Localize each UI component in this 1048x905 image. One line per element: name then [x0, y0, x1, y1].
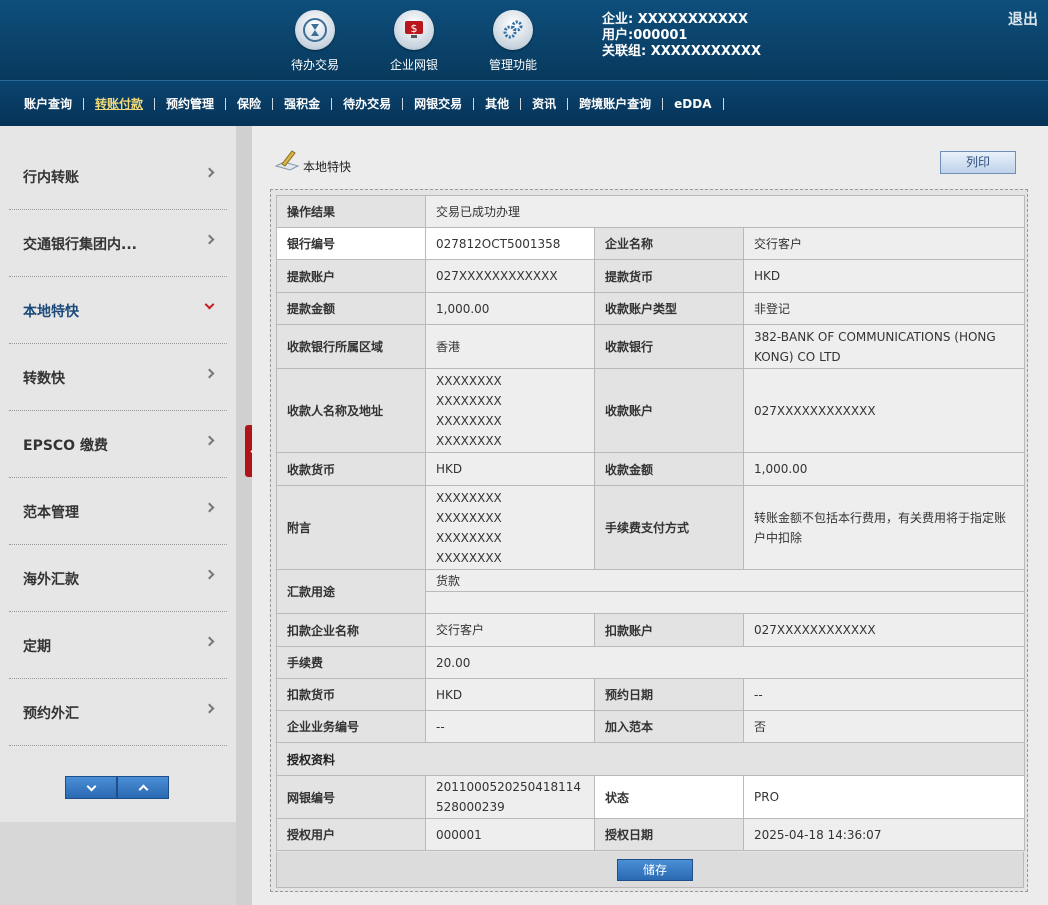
chevron-up-icon [138, 784, 148, 794]
company-name: 企业: XXXXXXXXXXX [602, 12, 748, 27]
sidebar-gutter [236, 126, 252, 905]
chevron-right-icon [204, 569, 215, 580]
table-row: 提款金额 1,000.00 收款账户类型 非登记 [276, 292, 1026, 325]
result-panel: 操作结果 交易已成功办理 银行编号 027812OCT5001358 企业名称 … [270, 189, 1028, 892]
management-functions-button[interactable]: 管理功能 [477, 10, 549, 73]
chevron-down-icon [204, 299, 215, 310]
table-row: 收款人名称及地址 XXXXXXXX XXXXXXXX XXXXXXXX XXXX… [276, 368, 1026, 453]
nav-edda[interactable]: eDDA [663, 97, 724, 110]
app-header: 待办交易 $ 企业网银 管理功能 企业: XXXXXXXXXXX 用户:0000… [0, 0, 1048, 80]
table-row: 手续费 20.00 [276, 646, 1026, 679]
operation-result: 交易已成功办理 [424, 195, 1026, 228]
sidebar-item-scheduled-fx[interactable]: 预约外汇 [9, 679, 227, 746]
table-row: 提款账户 027XXXXXXXXXXXX 提款货币 HKD [276, 259, 1026, 293]
sidebar-item-group-transfer[interactable]: 交通银行集团内... [9, 210, 227, 277]
action-bar: 储存 [276, 852, 1024, 888]
table-row: 收款银行所属区域 香港 收款银行 382-BANK OF COMMUNICATI… [276, 324, 1026, 369]
sidebar-item-fps[interactable]: 转数快 [9, 344, 227, 411]
pen-form-icon [274, 148, 300, 175]
pending-transactions-button[interactable]: 待办交易 [279, 10, 351, 73]
sidebar: 行内转账 交通银行集团内... 本地特快 转数快 EPSCO 缴费 范本管理 海… [0, 126, 236, 822]
sidebar-item-intrabank-transfer[interactable]: 行内转账 [9, 143, 227, 210]
scroll-up-button[interactable] [117, 776, 169, 799]
print-button[interactable]: 列印 [940, 151, 1016, 174]
sidebar-item-fixed-deposit[interactable]: 定期 [9, 612, 227, 679]
svg-text:$: $ [411, 22, 418, 35]
nav-scheduled-management[interactable]: 预约管理 [155, 97, 227, 110]
user-info: 企业: XXXXXXXXXXX 用户:000001 关联组: XXXXXXXXX… [602, 12, 761, 60]
nav-cross-border-inquiry[interactable]: 跨境账户查询 [568, 97, 664, 110]
chevron-right-icon [204, 435, 215, 446]
nav-pending-transactions[interactable]: 待办交易 [332, 97, 404, 110]
main-content: 本地特快 列印 操作结果 交易已成功办理 银行编号 027812OCT50013… [252, 126, 1048, 905]
main-nav: 账户查询 转账付款 预约管理 保险 强积金 待办交易 网银交易 其他 资讯 跨境… [0, 80, 1048, 126]
nav-information[interactable]: 资讯 [521, 97, 569, 110]
table-row: 企业业务编号 -- 加入范本 否 [276, 710, 1026, 743]
chevron-right-icon [204, 167, 215, 178]
gears-icon [493, 10, 533, 50]
save-button[interactable]: 储存 [617, 859, 693, 881]
sidebar-scroll-controls [65, 776, 170, 799]
nav-online-transactions[interactable]: 网银交易 [403, 97, 475, 110]
logout-link[interactable]: 退出 [1008, 8, 1038, 29]
table-row: 扣款企业名称 交行客户 扣款账户 027XXXXXXXXXXXX [276, 613, 1026, 647]
authorization-section-header: 授权资料 [275, 742, 1026, 776]
table-row: 汇款用途 货款 [276, 569, 1026, 614]
scroll-down-button[interactable] [65, 776, 117, 799]
table-row: 附言 XXXXXXXX XXXXXXXX XXXXXXXX XXXXXXXX 手… [276, 485, 1026, 570]
table-row: 授权用户 000001 授权日期 2025-04-18 14:36:07 [276, 818, 1026, 851]
table-row: 扣款货币 HKD 预约日期 -- [276, 678, 1026, 711]
chevron-right-icon [204, 502, 215, 513]
sidebar-item-epsco[interactable]: EPSCO 缴费 [9, 411, 227, 478]
nav-mpf[interactable]: 强积金 [273, 97, 333, 110]
nav-transfer-payment[interactable]: 转账付款 [84, 97, 156, 110]
table-row: 收款货币 HKD 收款金额 1,000.00 [276, 452, 1026, 486]
transaction-detail-table: 操作结果 交易已成功办理 银行编号 027812OCT5001358 企业名称 … [275, 195, 1026, 851]
chevron-down-icon [86, 781, 96, 791]
table-row: 银行编号 027812OCT5001358 企业名称 交行客户 [276, 227, 1026, 260]
chevron-right-icon [204, 703, 215, 714]
status-value: PRO [742, 775, 1026, 819]
bank-reference: 027812OCT5001358 [425, 227, 595, 260]
table-row: 网银编号 20110005202504181145​28000239 状态 PR… [276, 775, 1026, 819]
nav-insurance[interactable]: 保险 [226, 97, 274, 110]
user-id: 用户:000001 [602, 28, 688, 43]
table-row: 授权资料 [275, 742, 1026, 776]
corporate-banking-button[interactable]: $ 企业网银 [378, 10, 450, 73]
chevron-right-icon [204, 636, 215, 647]
monitor-dollar-icon: $ [394, 10, 434, 50]
hourglass-icon [295, 10, 335, 50]
table-row: 操作结果 交易已成功办理 [276, 195, 1026, 228]
sidebar-item-overseas-remittance[interactable]: 海外汇款 [9, 545, 227, 612]
nav-account-inquiry[interactable]: 账户查询 [13, 97, 85, 110]
page-title: 本地特快 [274, 148, 351, 175]
linked-group: 关联组: XXXXXXXXXXX [602, 44, 761, 59]
chevron-right-icon [204, 234, 215, 245]
sidebar-item-local-express[interactable]: 本地特快 [9, 277, 227, 344]
chevron-right-icon [204, 368, 215, 379]
sidebar-item-templates[interactable]: 范本管理 [9, 478, 227, 545]
nav-others[interactable]: 其他 [474, 97, 522, 110]
